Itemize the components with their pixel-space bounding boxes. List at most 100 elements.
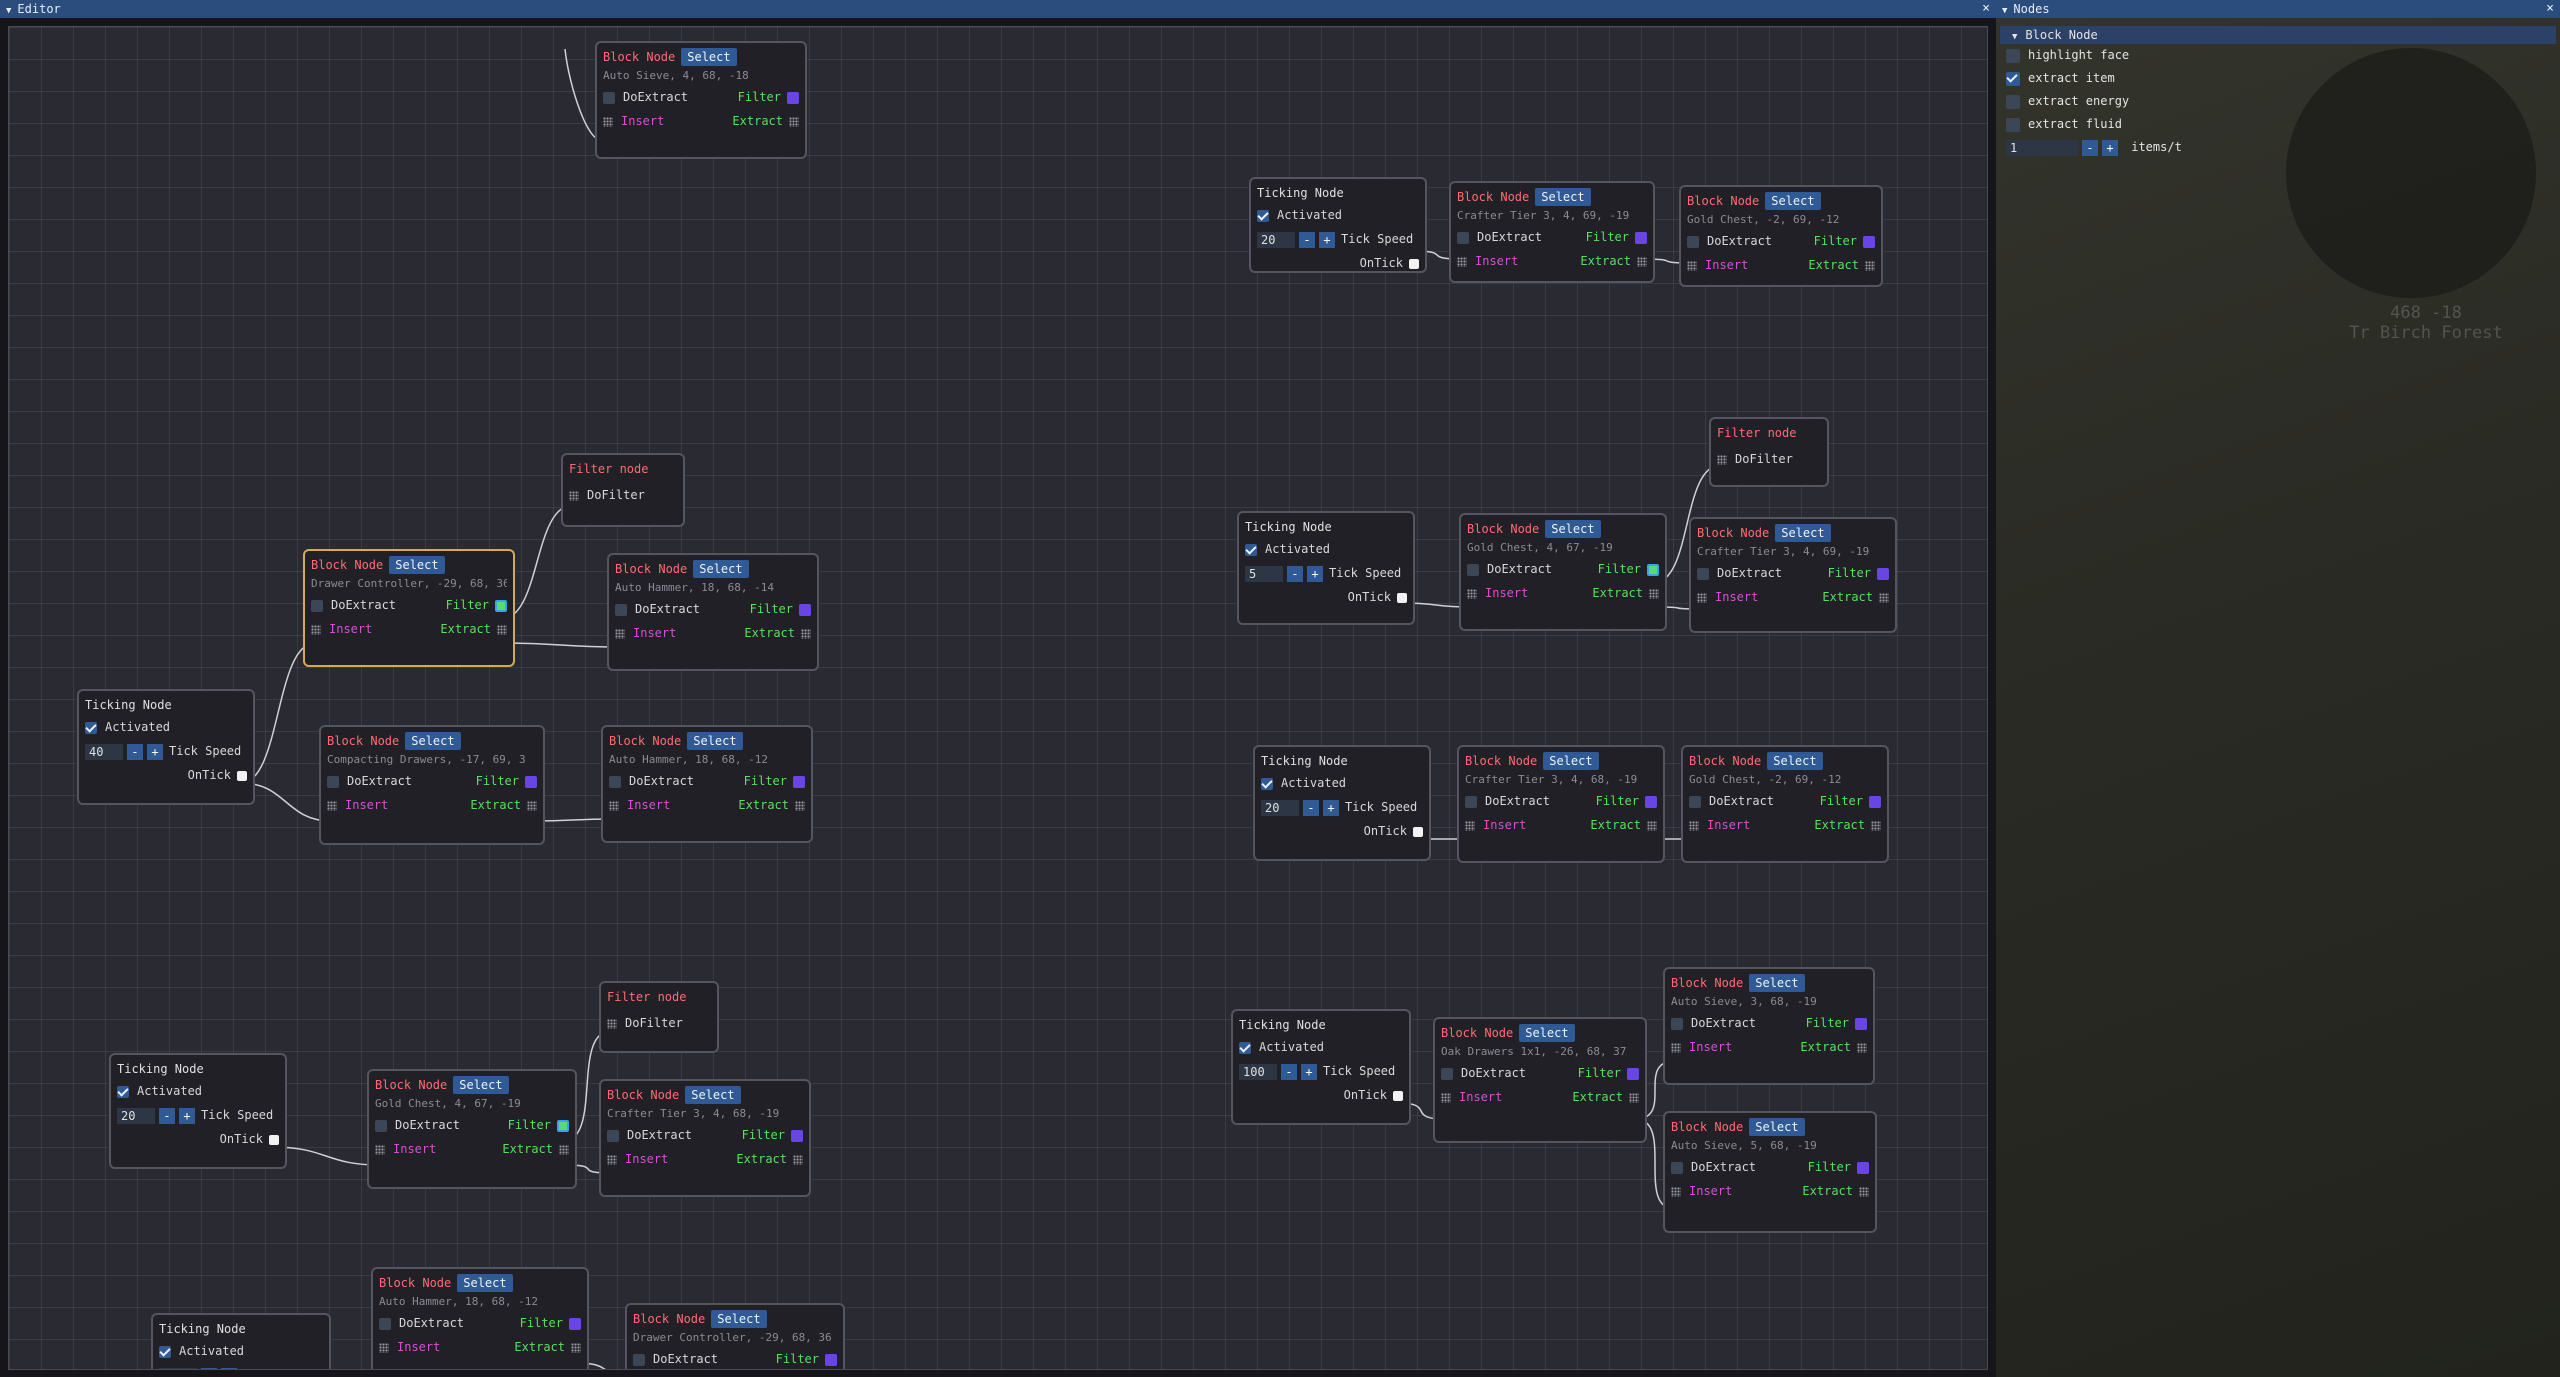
ontick-pin-icon[interactable] (237, 770, 247, 781)
doextract-checkbox[interactable] (379, 1317, 391, 1330)
filter-node[interactable]: Filter node DoFilter (599, 981, 719, 1053)
filter-pin-icon[interactable] (1635, 231, 1647, 244)
extract-pin[interactable]: Extract (440, 617, 507, 641)
tickspeed-plus-button[interactable]: + (1323, 799, 1339, 816)
filter-pin-icon[interactable] (1869, 795, 1881, 808)
close-icon[interactable]: × (2546, 0, 2554, 18)
tickspeed-input[interactable]: 5 (1245, 565, 1283, 582)
filter-pin-icon[interactable] (787, 91, 799, 104)
block-node[interactable]: Block Node Select Crafter Tier 3, 4, 69, -… (1689, 517, 1897, 633)
tickspeed-plus-button[interactable]: + (1301, 1063, 1317, 1080)
insert-pin-icon[interactable] (607, 1154, 617, 1165)
select-button[interactable]: Select (457, 1274, 513, 1292)
extract-pin-icon[interactable] (1647, 820, 1657, 831)
select-button[interactable]: Select (453, 1076, 509, 1094)
extract-pin-icon[interactable] (795, 800, 805, 811)
extract-pin[interactable]: Extract (1800, 1035, 1867, 1059)
extract-pin-icon[interactable] (1857, 1042, 1867, 1053)
ontick-pin-icon[interactable] (269, 1134, 279, 1145)
option-checkbox[interactable] (2006, 117, 2020, 132)
tickspeed-minus-button[interactable]: - (1281, 1063, 1297, 1080)
activated-checkbox[interactable] (117, 1085, 129, 1098)
block-node[interactable]: Block Node Select Gold Chest, 4, 67, -19 Do… (367, 1069, 577, 1189)
doextract-checkbox[interactable] (311, 599, 323, 612)
extract-pin[interactable]: Extract (1802, 1179, 1869, 1203)
ticking-node[interactable]: Ticking NodeActivated-+Tick SpeedOnTick (151, 1313, 331, 1369)
tickspeed-input[interactable]: 40 (85, 743, 123, 760)
doextract-checkbox[interactable] (1441, 1067, 1453, 1080)
filter-pin[interactable]: Filter (1814, 229, 1875, 253)
activated-checkbox[interactable] (85, 721, 97, 734)
block-node[interactable]: Block Node Select Crafter Tier 3, 4, 69, -… (1449, 181, 1655, 283)
block-node[interactable]: Block Node Select Gold Chest, 4, 67, -19 Do… (1459, 513, 1667, 631)
filter-pin[interactable]: Filter (742, 1123, 803, 1147)
doextract-checkbox[interactable] (1467, 563, 1479, 576)
option-checkbox[interactable] (2006, 94, 2020, 109)
tickspeed-plus-button[interactable]: + (1307, 565, 1323, 582)
filter-pin[interactable]: Filter (1598, 557, 1659, 581)
block-node[interactable]: Block Node Select Drawer Controller, -29, … (303, 549, 515, 667)
extract-pin[interactable]: Extract (514, 1335, 581, 1359)
tickspeed-input[interactable] (159, 1367, 197, 1369)
select-button[interactable]: Select (405, 732, 461, 750)
block-node[interactable]: Block Node Select Crafter Tier 3, 4, 68, -… (599, 1079, 811, 1197)
block-node[interactable]: Block Node Select Auto Sieve, 4, 68, -18 Do… (595, 41, 807, 159)
filter-pin-icon[interactable] (1863, 235, 1875, 248)
block-node[interactable]: Block Node Select Crafter Tier 3, 4, 68, -… (1457, 745, 1665, 863)
insert-pin-icon[interactable] (375, 1144, 385, 1155)
extract-pin[interactable]: Extract (1590, 813, 1657, 837)
extract-pin-icon[interactable] (789, 116, 799, 127)
filter-pin-icon[interactable] (495, 599, 507, 612)
select-button[interactable]: Select (681, 48, 737, 66)
extract-pin[interactable]: Extract (1572, 1085, 1639, 1109)
select-button[interactable]: Select (1535, 188, 1591, 206)
doextract-checkbox[interactable] (1671, 1161, 1683, 1174)
filter-pin[interactable]: Filter (1828, 561, 1889, 585)
doextract-checkbox[interactable] (615, 603, 627, 616)
filter-pin[interactable]: Filter (1806, 1011, 1867, 1035)
block-node[interactable]: Block Node Select Auto Sieve, 3, 68, -19 Do… (1663, 967, 1875, 1085)
filter-pin[interactable]: Filter (446, 593, 507, 617)
tickspeed-plus-button[interactable]: + (179, 1107, 195, 1124)
block-node[interactable]: Block Node Select Auto Sieve, 5, 68, -19 Do… (1663, 1111, 1877, 1233)
insert-pin-icon[interactable] (327, 800, 337, 811)
extract-pin[interactable]: Extract (736, 1147, 803, 1171)
doextract-checkbox[interactable] (1697, 567, 1709, 580)
select-button[interactable]: Select (1767, 752, 1823, 770)
select-button[interactable]: Select (687, 732, 743, 750)
tickspeed-plus-button[interactable]: + (221, 1367, 237, 1369)
ticking-node[interactable]: Ticking Node Activated 20- + Tick Speed OnTic… (1253, 745, 1431, 861)
dofilter-pin-icon[interactable] (607, 1018, 617, 1029)
filter-pin[interactable]: Filter (738, 85, 799, 109)
block-node-section-header[interactable]: ▼ Block Node (2000, 26, 2556, 44)
extract-pin[interactable]: Extract (744, 621, 811, 645)
doextract-checkbox[interactable] (1687, 235, 1699, 248)
rate-input[interactable]: 1 (2006, 139, 2078, 156)
select-button[interactable]: Select (1545, 520, 1601, 538)
ontick-pin[interactable]: OnTick (220, 1127, 279, 1151)
insert-pin-icon[interactable] (1687, 260, 1697, 271)
block-node[interactable]: Block Node Select Gold Chest, -2, 69, -12 D… (1681, 745, 1889, 863)
activated-checkbox[interactable] (159, 1345, 171, 1358)
filter-node[interactable]: Filter node DoFilter (561, 453, 685, 527)
select-button[interactable]: Select (1543, 752, 1599, 770)
tickspeed-minus-button[interactable]: - (1287, 565, 1303, 582)
extract-pin-icon[interactable] (1859, 1186, 1869, 1197)
extract-pin-icon[interactable] (559, 1144, 569, 1155)
node-graph-canvas[interactable]: Block Node Select Auto Sieve, 4, 68, -18 Do… (8, 26, 1988, 1370)
editor-titlebar[interactable]: ▼ Editor × (0, 0, 1996, 18)
extract-pin[interactable]: Extract (1592, 581, 1659, 605)
ontick-pin-icon[interactable] (1409, 258, 1419, 269)
filter-pin-icon[interactable] (569, 1317, 581, 1330)
ticking-node[interactable]: Ticking Node Activated 20- + Tick Speed OnTic… (1249, 177, 1427, 273)
doextract-checkbox[interactable] (603, 91, 615, 104)
insert-pin-icon[interactable] (609, 800, 619, 811)
filter-pin[interactable]: Filter (776, 1347, 837, 1369)
insert-pin-icon[interactable] (1441, 1092, 1451, 1103)
tickspeed-minus-button[interactable]: - (159, 1107, 175, 1124)
ontick-pin[interactable]: OnTick (1344, 1083, 1403, 1107)
filter-pin-icon[interactable] (1647, 563, 1659, 576)
insert-pin-icon[interactable] (1671, 1186, 1681, 1197)
insert-pin-icon[interactable] (1689, 820, 1699, 831)
dofilter-pin-icon[interactable] (569, 490, 579, 501)
